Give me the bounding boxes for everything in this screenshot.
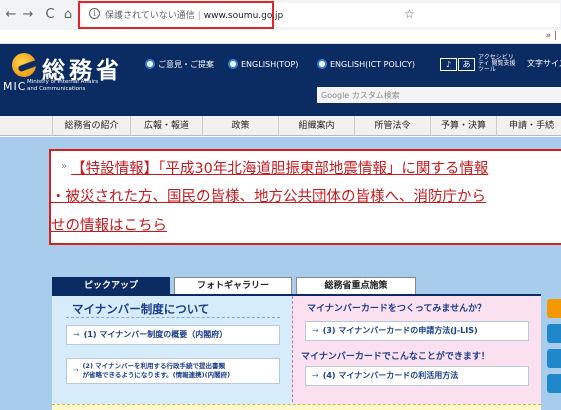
url-separator: | (197, 11, 201, 21)
url-text[interactable]: 保護されていない通信 | www.soumu.go.jp (105, 8, 283, 21)
radio-dot-icon (228, 59, 238, 69)
link-label: (3) マイナンバーカードの申請方法(J-LIS) (322, 326, 478, 335)
gnav-item-about[interactable]: 総務省の紹介 (52, 116, 130, 136)
accessibility-label: アクセシビリティ 閲覧支援ツール (478, 54, 516, 73)
font-size-label: 文字サイズ (527, 59, 561, 68)
alert-line-1-text: 【特設情報】「平成30年北海道胆振東部地震情報」に関する情報 (71, 161, 489, 177)
audio-icon[interactable]: ♪ (440, 57, 457, 71)
pickup-panel: マイナンバー制度について → (1) マイナンバー制度の概要（内閣府） → (2) … (52, 294, 541, 410)
card-application-link[interactable]: → (3) マイナンバーカードの申請方法(J-LIS) (305, 321, 529, 341)
raquo-icon: » (61, 161, 68, 172)
mynumber-overview-link[interactable]: → (1) マイナンバー制度の概要（内閣府） (66, 325, 280, 345)
gnav-item-applications[interactable]: 申請・手続 (496, 116, 561, 136)
ministry-name: Ministry of Internal Affairs and Communi… (27, 79, 99, 92)
forward-button[interactable]: → (21, 7, 35, 23)
gnav-item-budget[interactable]: 予算・決算 (430, 116, 496, 136)
radio-dot-icon (317, 59, 327, 69)
link-label: (1) マイナンバー制度の概要（内閣府） (83, 330, 228, 339)
english-top-label: ENGLISH(TOP) (241, 60, 299, 69)
arrow-right-icon: → (312, 371, 319, 380)
card-heading-1: マイナンバーカードをつくってみませんか？ (307, 304, 487, 314)
mynumber-card-section: マイナンバーカードをつくってみませんか？ → (3) マイナンバーカードの申請方法… (292, 296, 541, 410)
tab-key-policies[interactable]: 総務省重点施策 (296, 277, 416, 294)
link-label-line1: (2) マイナンバーを利用する行政手続で提出書類 (82, 362, 226, 370)
bookmarks-bar (0, 30, 561, 44)
link-label: (4) マイナンバーカードの利活用方法 (322, 371, 459, 380)
side-print-icon[interactable] (547, 374, 561, 393)
gnav-item-press[interactable]: 広報・報道 (130, 116, 202, 136)
gnav-item-laws[interactable]: 所管法令 (354, 116, 430, 136)
side-building-icon[interactable] (547, 324, 561, 343)
english-ict-label: ENGLISH(ICT POLICY) (330, 60, 416, 69)
main-content: » 【特設情報】「平成30年北海道胆振東部地震情報」に関する情報 ・被災された方、… (0, 137, 561, 410)
mynumber-heading: マイナンバー制度について (72, 302, 210, 316)
side-icon-column (547, 299, 561, 399)
arrow-right-icon: → (312, 326, 319, 335)
home-button[interactable]: ⌂ (61, 7, 75, 23)
info-icon[interactable]: i (89, 8, 100, 19)
alert-line-3[interactable]: せの情報はこちら (51, 214, 167, 235)
mic-logo-icon[interactable] (12, 53, 36, 77)
arrow-right-icon: → (73, 330, 80, 339)
heading-divider (66, 317, 280, 318)
furigana-icon[interactable]: あ (458, 57, 475, 71)
bookmark-star-icon[interactable]: ☆ (404, 7, 415, 21)
browser-toolbar: ← → C ⌂ i 保護されていない通信 | www.soumu.go.jp ☆ (0, 0, 561, 30)
site-header: 総務省 MIC Ministry of Internal Affairs and… (0, 44, 561, 116)
link-label-line2: が省略できるようになります。(情報連携)(内閣府) (82, 371, 231, 379)
global-nav: 総務省の紹介 広報・報道 政策 組織案内 所管法令 予算・決算 申請・手続 (0, 116, 561, 136)
arrow-right-icon: → (73, 366, 79, 374)
side-doc-icon[interactable] (547, 349, 561, 368)
mynumber-info-link[interactable]: → (2) マイナンバーを利用する行政手続で提出書類 が省略できるようになります。(… (66, 358, 280, 384)
side-tool-icon[interactable] (547, 299, 561, 318)
mynumber-section: マイナンバー制度について → (1) マイナンバー制度の概要（内閣府） → (2) … (52, 296, 292, 410)
tab-photo-gallery[interactable]: フォトギャラリー (174, 277, 292, 294)
logo-mic-text: MIC (3, 80, 27, 93)
panel-bottom-strip (52, 404, 541, 410)
security-label: 保護されていない通信 (105, 11, 195, 21)
alert-line-1[interactable]: » 【特設情報】「平成30年北海道胆振東部地震情報」に関する情報 (51, 157, 488, 178)
alert-line-2[interactable]: ・被災された方、国民の皆様、地方公共団体の皆様へ、消防庁から (51, 185, 486, 206)
search-placeholder: Google カスタム検索 (321, 91, 400, 100)
special-info-alert: » 【特設情報】「平成30年北海道胆振東部地震情報」に関する情報 ・被災された方、… (49, 149, 561, 245)
gnav-item-organization[interactable]: 組織案内 (278, 116, 354, 136)
english-ict-link[interactable]: ENGLISH(ICT POLICY) (317, 59, 415, 69)
card-heading-2: マイナンバーカードでこんなことができます！ (301, 352, 490, 362)
bookmarks-overflow[interactable]: » | (546, 31, 557, 41)
site-search-input[interactable]: Google カスタム検索 (317, 87, 561, 103)
pickup-tabs: ピックアップ フォトギャラリー 総務省重点施策 (52, 277, 561, 294)
card-usage-link[interactable]: → (4) マイナンバーカードの利活用方法 (305, 366, 529, 386)
gnav-item-policy[interactable]: 政策 (202, 116, 278, 136)
radio-dot-icon (145, 59, 155, 69)
feedback-link[interactable]: ご意見・ご提案 (145, 59, 214, 70)
reload-button[interactable]: C (43, 7, 57, 23)
feedback-link-label: ご意見・ご提案 (158, 60, 214, 69)
url-domain: www.soumu.go.jp (203, 11, 284, 21)
english-top-link[interactable]: ENGLISH(TOP) (228, 59, 298, 69)
accessibility-tools[interactable]: ♪ あアクセシビリティ 閲覧支援ツール (440, 55, 516, 73)
tab-pickup[interactable]: ピックアップ (52, 277, 170, 294)
back-button[interactable]: ← (4, 7, 18, 23)
